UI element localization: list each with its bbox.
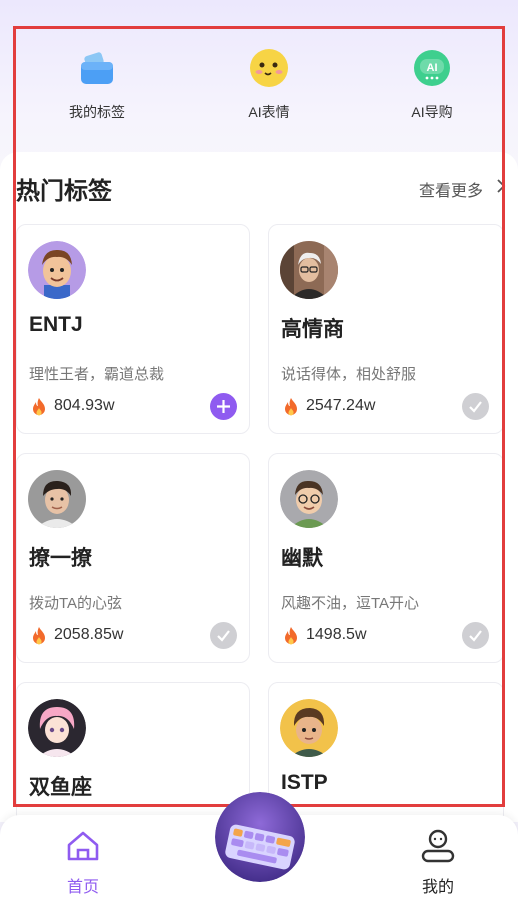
tag-name: 撩一撩 — [29, 547, 92, 570]
nav-home-label: 首页 — [66, 879, 99, 896]
quick-action-label: AI表情 — [248, 104, 290, 120]
fire-icon — [31, 397, 47, 417]
fire-icon — [31, 626, 47, 646]
avatar — [28, 241, 86, 299]
fire-icon — [283, 626, 299, 646]
tag-card-istp[interactable]: ISTP — [268, 682, 504, 832]
tag-description: 拨动TA的心弦 — [29, 595, 123, 612]
tag-card-entj[interactable]: ENTJ 理性王者，霸道总裁 804.93w — [16, 224, 250, 434]
avatar — [280, 241, 338, 299]
tag-popularity-count: 1498.5w — [306, 626, 367, 643]
tag-card-pisces[interactable]: 双鱼座 — [16, 682, 250, 832]
keyboard-icon — [215, 792, 305, 882]
robot-profile-icon — [421, 829, 455, 863]
section-title: 热门标签 — [16, 178, 112, 205]
added-tag-button[interactable] — [462, 393, 489, 420]
chevron-right-icon[interactable] — [495, 178, 507, 194]
quick-action-label: 我的标签 — [69, 104, 125, 120]
emoji-icon — [249, 48, 289, 88]
tag-popularity-count: 804.93w — [54, 397, 115, 414]
tag-name: 高情商 — [281, 318, 344, 341]
tag-popularity-count: 2547.24w — [306, 397, 376, 414]
quick-action-ai-emoji[interactable]: AI表情 — [209, 48, 329, 122]
tag-name: ISTP — [281, 771, 328, 794]
quick-action-my-tags[interactable]: 我的标签 — [37, 48, 157, 122]
wallet-icon — [77, 48, 117, 88]
tag-name: ENTJ — [29, 313, 83, 336]
tag-card-flirt[interactable]: 撩一撩 拨动TA的心弦 2058.85w — [16, 453, 250, 663]
see-more-link[interactable]: 查看更多 — [419, 177, 483, 201]
avatar — [28, 699, 86, 757]
nav-home[interactable]: 首页 — [38, 828, 128, 897]
tag-description: 说话得体，相处舒服 — [281, 366, 417, 383]
nav-mine-label: 我的 — [421, 879, 454, 896]
add-tag-button[interactable] — [210, 393, 237, 420]
tag-popularity-count: 2058.85w — [54, 626, 124, 643]
plus-icon — [217, 400, 230, 413]
keyboard-launch-button[interactable] — [215, 792, 305, 882]
check-icon — [469, 630, 482, 642]
tag-card-high-eq[interactable]: 高情商 说话得体，相处舒服 2547.24w — [268, 224, 504, 434]
quick-action-ai-shopping[interactable]: AI AI导购 — [372, 48, 492, 122]
avatar — [280, 699, 338, 757]
ai-bot-icon: AI — [412, 48, 452, 88]
tag-name: 双鱼座 — [29, 776, 92, 799]
added-tag-button[interactable] — [210, 622, 237, 649]
avatar — [280, 470, 338, 528]
added-tag-button[interactable] — [462, 622, 489, 649]
fire-icon — [283, 397, 299, 417]
nav-mine[interactable]: 我的 — [393, 828, 483, 897]
tag-description: 风趣不油，逗TA开心 — [281, 595, 420, 612]
quick-action-label: AI导购 — [411, 104, 453, 120]
svg-text:AI: AI — [427, 62, 438, 74]
tag-description: 理性王者，霸道总裁 — [29, 366, 165, 383]
check-icon — [217, 630, 230, 642]
avatar — [28, 470, 86, 528]
tag-card-humor[interactable]: 幽默 风趣不油，逗TA开心 1498.5w — [268, 453, 504, 663]
home-icon — [67, 831, 99, 861]
tag-name: 幽默 — [281, 547, 323, 570]
check-icon — [469, 401, 482, 413]
